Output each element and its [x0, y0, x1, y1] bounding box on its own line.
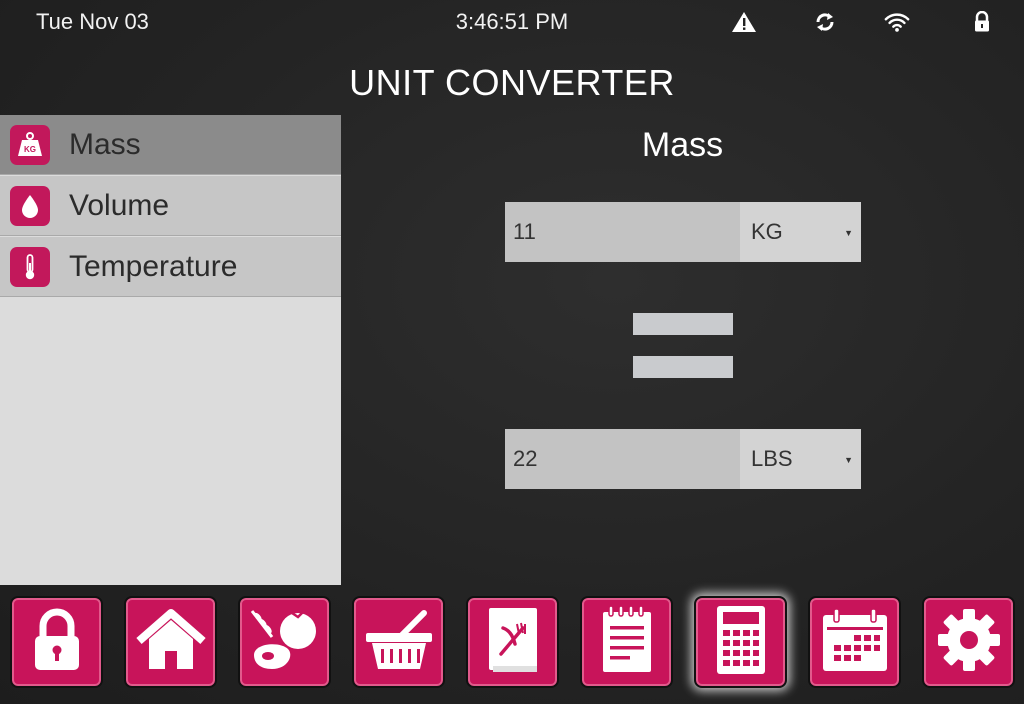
dock-recipe-book-button[interactable] [466, 596, 559, 688]
to-row: 22 LBS ▼ [505, 429, 861, 489]
settings-gear-icon [935, 606, 1003, 679]
from-unit-select[interactable]: KG ▼ [740, 202, 861, 262]
dock-notepad-button[interactable] [580, 596, 673, 688]
calculator-icon [712, 604, 770, 681]
from-value-input[interactable]: 11 [505, 202, 740, 262]
chevron-down-icon: ▼ [844, 455, 853, 465]
basket-icon [362, 607, 436, 678]
notepad-icon [598, 604, 656, 681]
lock-icon[interactable] [969, 10, 995, 34]
from-row: 11 KG ▼ [505, 202, 861, 262]
sidebar-item-label: Mass [69, 127, 141, 161]
sidebar-item-mass[interactable]: KG Mass [0, 115, 341, 175]
sync-icon[interactable] [812, 10, 838, 34]
calendar-icon [820, 607, 890, 678]
dock-calculator-button[interactable] [694, 596, 787, 688]
dock-lock-button[interactable] [10, 596, 103, 688]
home-icon [133, 607, 209, 678]
dock-home-button[interactable] [124, 596, 217, 688]
sidebar-item-label: Volume [69, 188, 170, 222]
sidebar-item-volume[interactable]: Volume [0, 176, 341, 236]
warning-icon[interactable] [731, 10, 757, 34]
dock-calendar-button[interactable] [808, 596, 901, 688]
page-title: UNIT CONVERTER [349, 62, 675, 103]
status-time: 3:46:51 PM [455, 9, 569, 34]
section-title: Mass [641, 126, 724, 164]
to-unit-label: LBS [751, 446, 793, 471]
kg-weight-icon: KG [10, 124, 50, 165]
lock-icon [29, 608, 85, 677]
dock-basket-button[interactable] [352, 596, 445, 688]
recipe-book-icon [483, 604, 543, 681]
sidebar-item-label: Temperature [69, 249, 238, 283]
to-value-input[interactable]: 22 [505, 429, 740, 489]
food-icon [246, 603, 324, 682]
status-bar: Tue Nov 03 3:46:51 PM [0, 0, 1024, 44]
chevron-down-icon: ▼ [844, 228, 853, 238]
dock-settings-button[interactable] [922, 596, 1015, 688]
to-unit-select[interactable]: LBS ▼ [740, 429, 861, 489]
equals-bar-bottom [633, 356, 733, 378]
thermometer-icon [10, 246, 50, 287]
dock-food-button[interactable] [238, 596, 331, 688]
kg-badge-text: KG [24, 145, 36, 154]
from-unit-label: KG [751, 219, 783, 244]
wifi-icon[interactable] [884, 10, 910, 34]
equals-bar-top [633, 313, 733, 335]
sidebar-item-temperature[interactable]: Temperature [0, 237, 341, 297]
sidebar: KG Mass Volume Temperature [0, 115, 341, 585]
droplet-icon [10, 185, 50, 226]
